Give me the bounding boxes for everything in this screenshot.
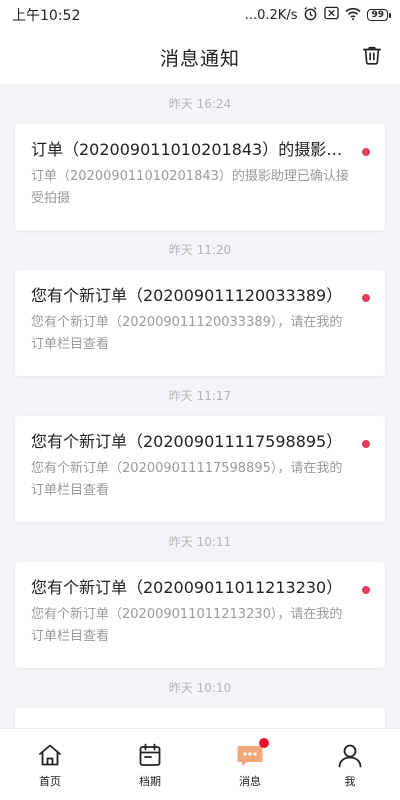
user-icon bbox=[336, 741, 364, 769]
message-group: 昨天 11:17 您有个新订单（202009011117598895） 您有个新… bbox=[0, 376, 400, 522]
notification-badge bbox=[259, 737, 269, 748]
message-time: 昨天 16:24 bbox=[168, 97, 232, 111]
screen: 上午10:52 ...0.2K/s 99 消息通知 昨天 16:24 订单（20… bbox=[0, 0, 400, 800]
status-icons: ...0.2K/s 99 bbox=[244, 6, 391, 25]
message-title: 订单（202009011010201843）的摄影助理已确认接受拍摄 bbox=[31, 140, 351, 159]
network-speed: ...0.2K/s bbox=[244, 7, 298, 23]
unread-dot bbox=[362, 148, 370, 156]
message-group: 昨天 10:11 您有个新订单（202009011011213230） 您有个新… bbox=[0, 522, 400, 668]
status-bar: 上午10:52 ...0.2K/s 99 bbox=[0, 0, 400, 30]
message-list[interactable]: 昨天 16:24 订单（202009011010201843）的摄影助理已确认接… bbox=[0, 84, 400, 728]
sim-off-icon bbox=[324, 6, 340, 24]
message-group: 昨天 10:10 bbox=[0, 668, 400, 728]
message-time: 昨天 10:11 bbox=[168, 535, 232, 549]
page-header: 消息通知 bbox=[0, 30, 400, 84]
message-icon bbox=[236, 737, 269, 769]
unread-dot bbox=[362, 440, 370, 448]
nav-item-messages[interactable]: 消息 bbox=[200, 729, 300, 800]
message-group: 昨天 11:20 您有个新订单（202009011120033389） 您有个新… bbox=[0, 230, 400, 376]
message-title: 您有个新订单（202009011011213230） bbox=[31, 578, 343, 597]
nav-label: 档期 bbox=[139, 774, 161, 788]
message-card[interactable]: 订单（202009011010201843）的摄影助理已确认接受拍摄 订单（20… bbox=[15, 124, 385, 230]
home-icon bbox=[36, 741, 64, 769]
battery-icon: 99 bbox=[367, 9, 391, 21]
unread-dot bbox=[362, 586, 370, 594]
calendar-icon bbox=[136, 741, 164, 769]
message-time: 昨天 11:17 bbox=[168, 389, 232, 403]
message-group: 昨天 16:24 订单（202009011010201843）的摄影助理已确认接… bbox=[0, 84, 400, 230]
page-title: 消息通知 bbox=[159, 47, 240, 70]
message-card[interactable]: 您有个新订单（202009011117598895） 您有个新订单（202009… bbox=[15, 416, 385, 522]
unread-dot bbox=[362, 294, 370, 302]
message-time: 昨天 11:20 bbox=[168, 243, 232, 257]
message-card[interactable]: 您有个新订单（202009011120033389） 您有个新订单（202009… bbox=[15, 270, 385, 376]
message-card[interactable]: 您有个新订单（202009011011213230） 您有个新订单（202009… bbox=[15, 562, 385, 668]
message-body: 订单（202009011010201843）的摄影助理已确认接受拍摄 bbox=[31, 169, 349, 206]
nav-item-me[interactable]: 我 bbox=[300, 729, 400, 800]
nav-item-schedule[interactable]: 档期 bbox=[100, 729, 200, 800]
alarm-icon bbox=[303, 6, 318, 25]
message-body: 您有个新订单（202009011011213230），请在我的订单栏目查看 bbox=[31, 607, 343, 644]
message-body: 您有个新订单（202009011120033389），请在我的订单栏目查看 bbox=[31, 315, 343, 352]
wifi-icon bbox=[345, 7, 362, 24]
delete-all-button[interactable] bbox=[358, 43, 386, 71]
nav-label: 首页 bbox=[39, 774, 61, 788]
message-time: 昨天 10:10 bbox=[168, 681, 232, 695]
nav-label: 我 bbox=[344, 774, 356, 788]
bottom-nav: 首页 档期 消息 我 bbox=[0, 728, 400, 800]
status-time: 上午10:52 bbox=[12, 8, 81, 24]
nav-item-home[interactable]: 首页 bbox=[0, 729, 100, 800]
message-card[interactable] bbox=[15, 708, 385, 728]
nav-label: 消息 bbox=[239, 774, 261, 788]
trash-icon bbox=[361, 44, 383, 70]
message-title: 您有个新订单（202009011117598895） bbox=[31, 432, 343, 451]
message-body: 您有个新订单（202009011117598895），请在我的订单栏目查看 bbox=[31, 461, 343, 498]
message-title: 您有个新订单（202009011120033389） bbox=[31, 286, 343, 305]
